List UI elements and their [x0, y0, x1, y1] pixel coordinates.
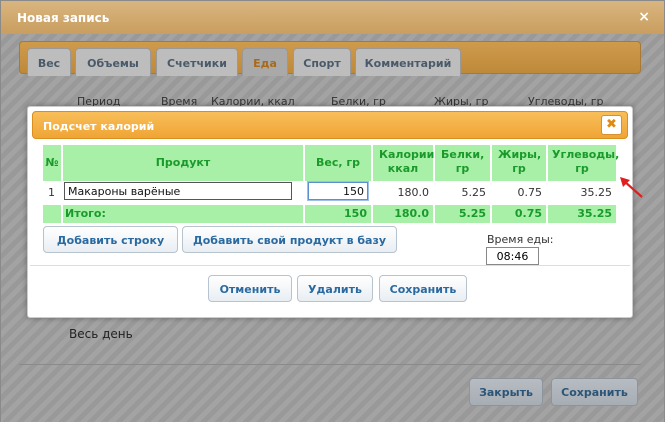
total-weight-value: 150: [344, 207, 367, 220]
header-num-text: №: [45, 156, 59, 169]
red-arrow-icon: [620, 177, 643, 198]
product-input[interactable]: [64, 182, 292, 200]
delete-button-label: Удалить: [308, 283, 362, 296]
tab-volumes[interactable]: Объемы: [75, 48, 151, 76]
outer-save-button-label: Сохранить: [561, 386, 628, 399]
total-calories: 180.0: [373, 205, 433, 223]
header-calories: Калории, ккал: [373, 145, 439, 181]
header-calories-text: Калории, ккал: [379, 148, 439, 175]
close-button-label: Закрыть: [479, 386, 533, 399]
modal-divider: [30, 265, 630, 266]
total-weight: 150: [305, 205, 371, 223]
tab-sport[interactable]: Спорт: [293, 48, 351, 76]
add-row-button[interactable]: Добавить строку: [43, 226, 178, 253]
row-carbs: 35.25: [580, 186, 613, 199]
tab-label: Объемы: [87, 57, 139, 70]
modal-save-button[interactable]: Сохранить: [379, 275, 467, 302]
add-row-button-label: Добавить строку: [56, 234, 165, 247]
tab-comment[interactable]: Комментарий: [355, 48, 461, 76]
header-product-text: Продукт: [155, 156, 211, 169]
cancel-button-label: Отменить: [219, 283, 281, 296]
row-protein: 5.25: [461, 186, 487, 199]
header-protein-text: Белки, гр: [441, 148, 485, 175]
footer-divider: [19, 364, 641, 365]
background-dialog-title-text: Новая запись: [17, 11, 110, 25]
tab-label: Спорт: [303, 57, 341, 70]
tab-label: Вес: [37, 57, 61, 70]
header-carbs-text: Углеводы, гр: [552, 148, 620, 175]
total-label-cell: Итого:: [63, 205, 303, 223]
tab-counters[interactable]: Счетчики: [156, 48, 238, 76]
tab-weight[interactable]: Вес: [27, 48, 71, 76]
header-weight: Вес, гр: [305, 145, 371, 181]
total-carbs-value: 35.25: [577, 207, 612, 220]
total-label: Итого:: [65, 207, 106, 220]
tab-bar: Вес Объемы Счетчики Еда Спорт Комментари…: [19, 41, 641, 76]
row-calories: 180.0: [397, 186, 430, 199]
calorie-calculator-modal: Подсчет калорий ✖ № Продукт Вес, гр Кало…: [27, 106, 633, 318]
header-fat-text: Жиры, гр: [498, 148, 542, 175]
header-weight-text: Вес, гр: [316, 156, 360, 169]
background-close-icon[interactable]: ×: [638, 9, 650, 25]
close-button[interactable]: Закрыть: [469, 378, 543, 406]
tab-food[interactable]: Еда: [242, 48, 288, 76]
total-carbs: 35.25: [548, 205, 616, 223]
add-product-button[interactable]: Добавить свой продукт в базу: [182, 226, 397, 253]
total-fat: 0.75: [492, 205, 546, 223]
modal-close-icon[interactable]: ✖: [601, 115, 622, 135]
total-fat-value: 0.75: [514, 207, 542, 220]
row-num: 1: [48, 186, 55, 199]
meal-time-input[interactable]: [486, 247, 539, 265]
tab-label: Комментарий: [364, 57, 452, 70]
row-fat: 0.75: [517, 186, 543, 199]
header-carbs: Углеводы, гр: [548, 145, 620, 181]
meal-time-label: Время еды:: [487, 233, 554, 246]
weight-input[interactable]: [308, 182, 368, 200]
allday-label: Весь день: [69, 327, 133, 341]
header-fat: Жиры, гр: [492, 145, 546, 181]
total-protein-value: 5.25: [458, 207, 486, 220]
outer-save-button[interactable]: Сохранить: [551, 378, 638, 406]
header-product: Продукт: [63, 145, 303, 181]
cancel-button[interactable]: Отменить: [208, 275, 292, 302]
modal-title-bar: Подсчет калорий ✖: [32, 111, 628, 139]
header-protein: Белки, гр: [435, 145, 490, 181]
total-protein: 5.25: [435, 205, 490, 223]
total-calories-value: 180.0: [394, 207, 429, 220]
header-num: №: [43, 145, 61, 181]
tab-label: Счетчики: [167, 57, 227, 70]
total-num-cell: [43, 205, 61, 223]
tab-label: Еда: [253, 57, 277, 70]
modal-save-button-label: Сохранить: [389, 283, 457, 296]
modal-title: Подсчет калорий: [43, 120, 155, 133]
background-dialog-title: Новая запись: [1, 1, 664, 34]
add-product-button-label: Добавить свой продукт в базу: [192, 234, 387, 247]
delete-button[interactable]: Удалить: [297, 275, 373, 302]
